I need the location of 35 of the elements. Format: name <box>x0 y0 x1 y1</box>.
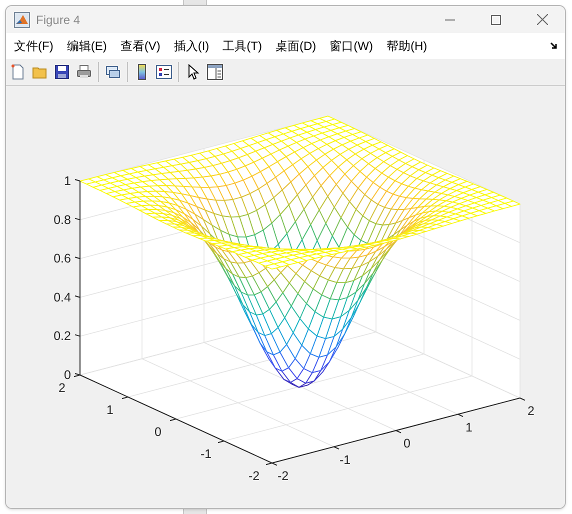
menu-item[interactable]: 查看(V) <box>115 37 166 55</box>
x-tick-label: 1 <box>466 420 472 434</box>
menu-item[interactable]: 文件(F) <box>9 37 58 55</box>
y-tick-label: 0 <box>154 425 162 439</box>
property-panel-icon[interactable] <box>207 64 223 80</box>
maximize-icon <box>491 14 501 24</box>
menu-item[interactable]: 帮助(H) <box>381 37 432 55</box>
x-tick-label: -2 <box>277 469 289 483</box>
x-tick-label: 0 <box>404 436 410 450</box>
save-icon[interactable] <box>54 64 70 80</box>
z-tick-label: 0.6 <box>54 252 71 266</box>
z-tick-label: 0.8 <box>54 212 71 227</box>
z-tick-label: 0.4 <box>54 290 71 304</box>
z-tick-label: 0 <box>64 368 71 382</box>
legend-icon[interactable] <box>156 64 172 80</box>
x-tick-label: -1 <box>339 452 351 467</box>
z-tick-label: 1 <box>64 174 71 188</box>
menu-item[interactable]: 工具(T) <box>218 37 267 55</box>
x-tick-label: 2 <box>528 404 534 418</box>
close-icon <box>536 14 548 25</box>
linked-windows-icon[interactable] <box>105 64 121 80</box>
menu-item[interactable]: 编辑(E) <box>62 37 112 55</box>
y-tick-label: -2 <box>248 469 260 483</box>
y-tick-label: 2 <box>58 381 66 395</box>
printer-icon[interactable] <box>76 64 92 80</box>
menu-item[interactable]: 插入(I) <box>168 37 214 55</box>
z-tick-label: 0.2 <box>54 329 71 344</box>
window-title: Figure 4 <box>36 12 80 28</box>
app-logo-icon <box>14 12 30 28</box>
y-tick-label: 1 <box>106 403 114 417</box>
y-tick-label: -1 <box>200 447 212 461</box>
dock-arrow-icon[interactable] <box>550 42 558 50</box>
menu-item[interactable]: 桌面(D) <box>270 37 322 55</box>
menu-item[interactable]: 窗口(W) <box>324 37 378 55</box>
new-file-icon[interactable] <box>10 64 26 80</box>
